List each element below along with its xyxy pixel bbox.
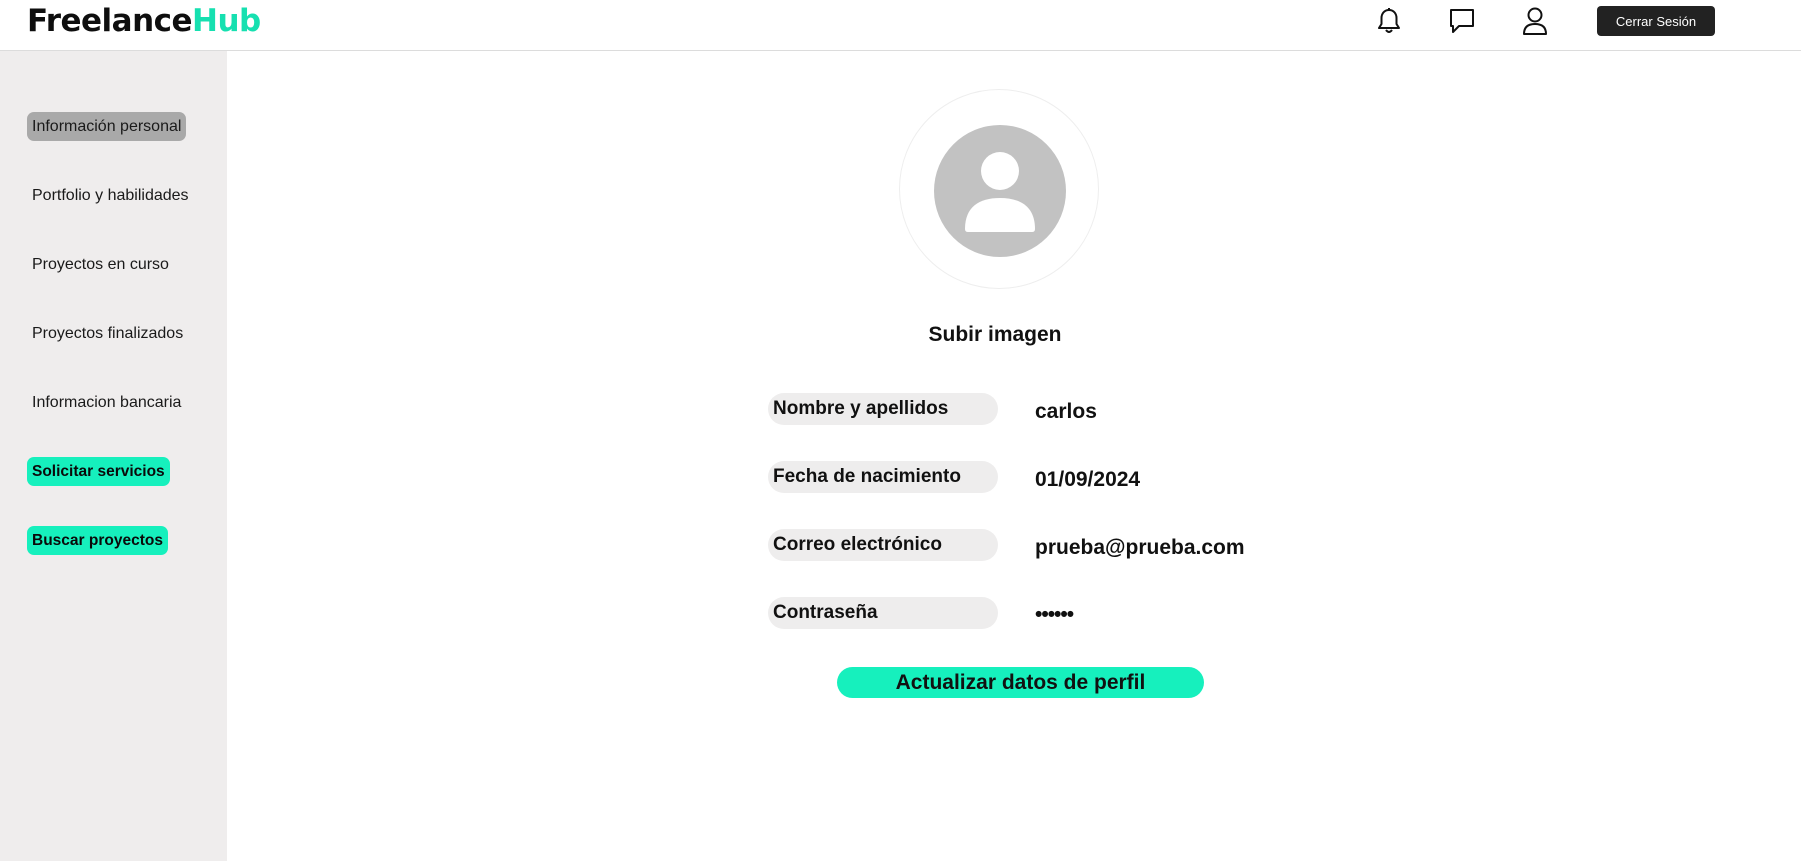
sidebar-item-bank-info[interactable]: Informacion bancaria: [27, 388, 186, 417]
logout-button[interactable]: Cerrar Sesión: [1597, 6, 1715, 36]
sidebar-item-personal-info[interactable]: Información personal: [27, 112, 187, 141]
name-value: carlos: [1035, 400, 1097, 423]
upload-image-link[interactable]: Subir imagen: [0, 323, 1801, 347]
email-value: prueba@prueba.com: [1035, 536, 1245, 559]
request-services-button[interactable]: Solicitar servicios: [27, 457, 170, 486]
user-icon[interactable]: [1520, 6, 1550, 36]
search-projects-button[interactable]: Buscar proyectos: [27, 526, 168, 555]
user-avatar-icon[interactable]: [934, 125, 1066, 257]
password-value: ••••••: [1035, 603, 1074, 626]
name-label: Nombre y apellidos: [768, 393, 998, 425]
chat-icon[interactable]: [1447, 6, 1477, 36]
sidebar-item-portfolio[interactable]: Portfolio y habilidades: [27, 181, 194, 210]
bell-icon[interactable]: [1374, 6, 1404, 36]
logo-text-main: Freelance: [27, 3, 193, 39]
email-label: Correo electrónico: [768, 529, 998, 561]
app-logo[interactable]: FreelanceHub: [27, 2, 261, 40]
birthdate-label: Fecha de nacimiento: [768, 461, 998, 493]
password-label: Contraseña: [768, 597, 998, 629]
sidebar: Información personal Portfolio y habilid…: [0, 51, 227, 861]
logo-text-accent: Hub: [192, 3, 261, 39]
top-header: FreelanceHub Cerrar Sesión: [0, 0, 1801, 51]
update-profile-button[interactable]: Actualizar datos de perfil: [837, 667, 1204, 698]
birthdate-value: 01/09/2024: [1035, 468, 1141, 491]
sidebar-item-projects-in-progress[interactable]: Proyectos en curso: [27, 250, 174, 279]
